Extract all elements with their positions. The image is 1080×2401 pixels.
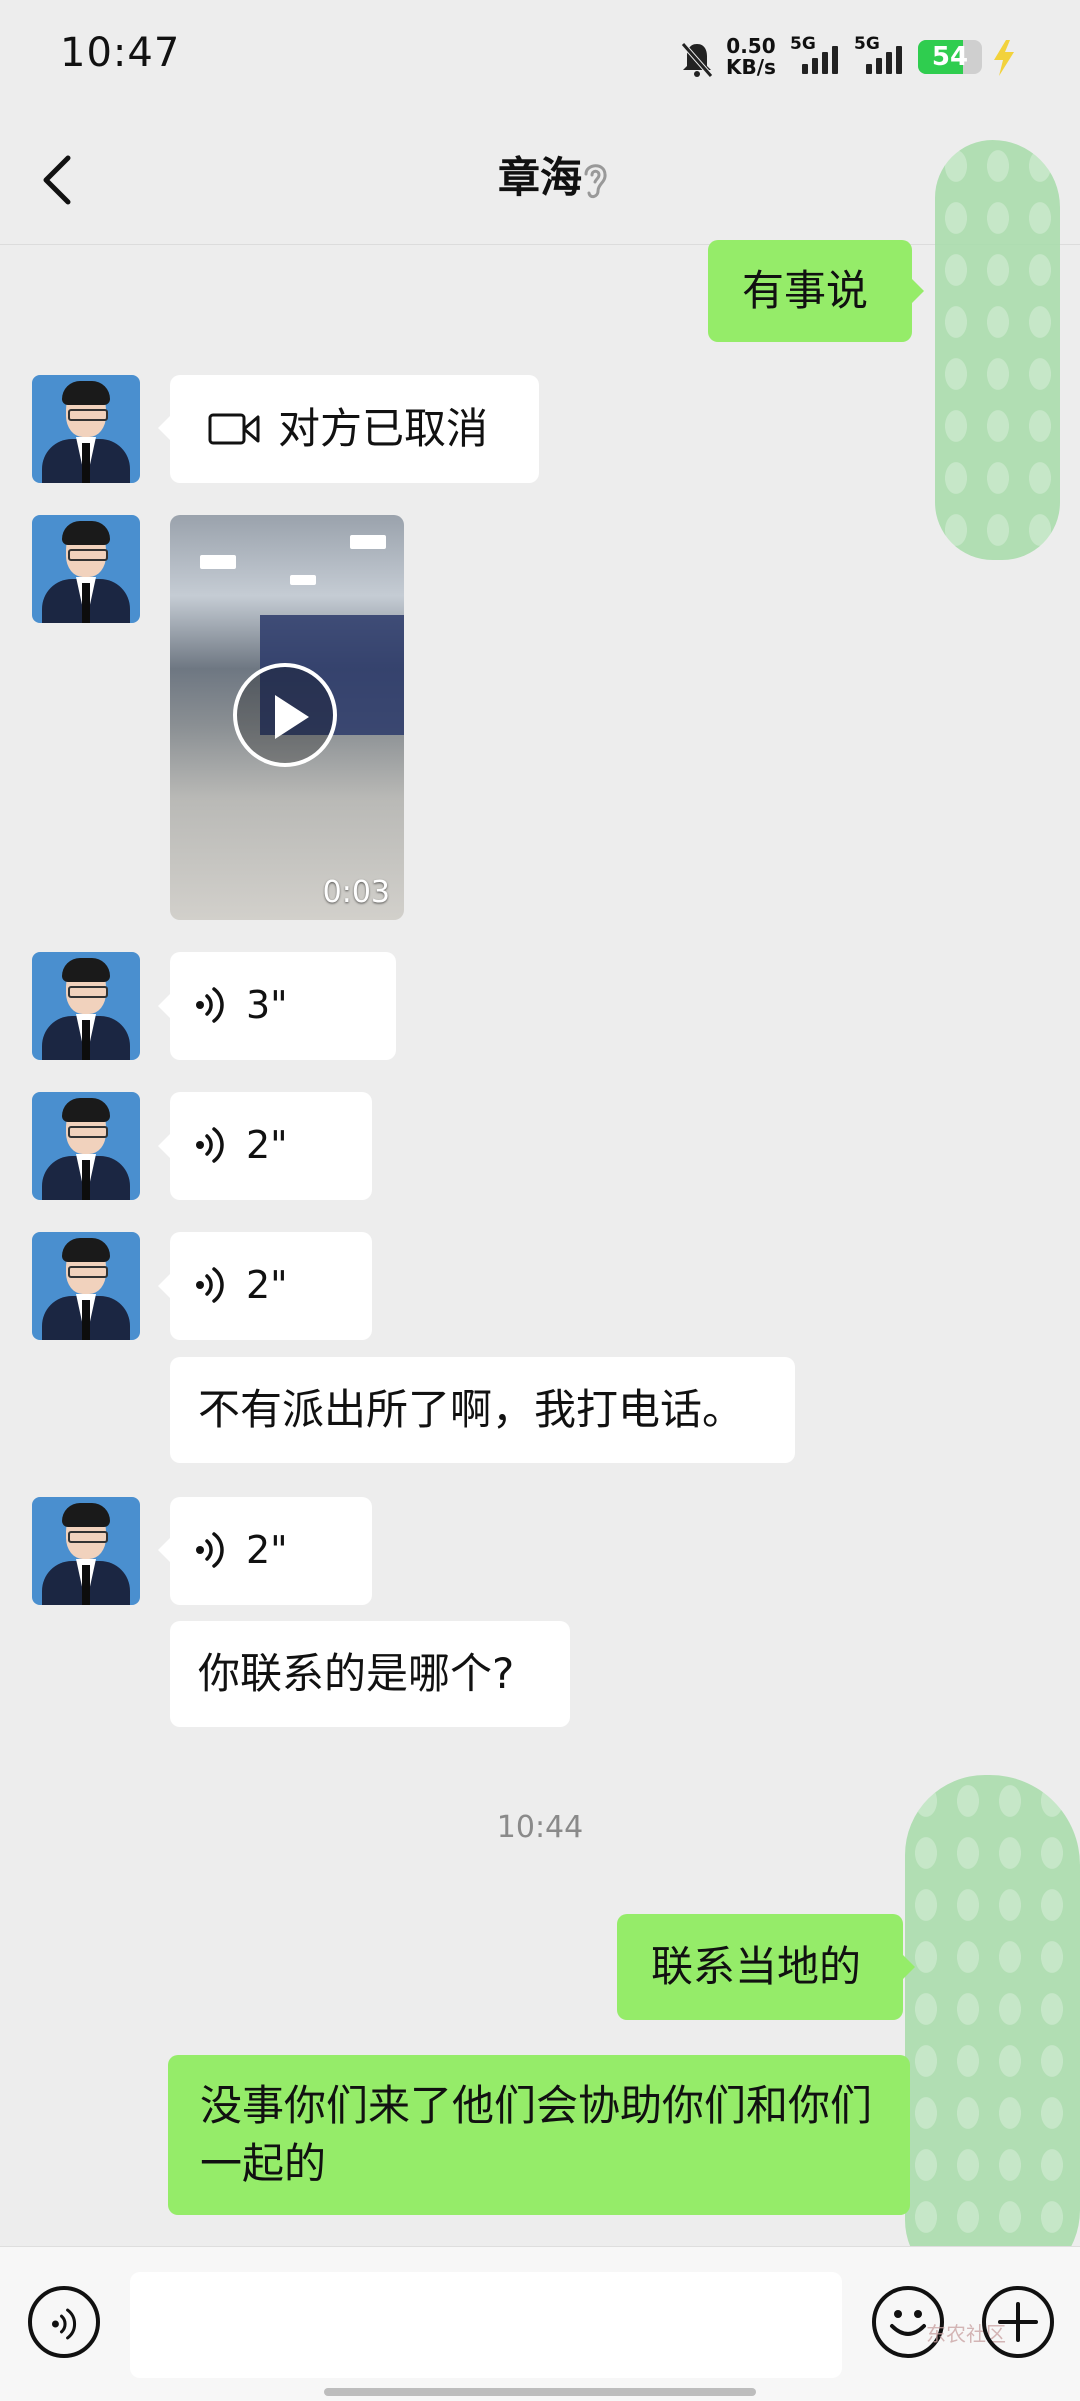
back-icon[interactable] [38, 150, 78, 210]
incoming-message[interactable]: 你联系的是哪个? [170, 1621, 570, 1727]
avatar[interactable] [32, 1497, 140, 1605]
avatar[interactable] [32, 375, 140, 483]
bubble-tail [158, 1274, 170, 1298]
mute-bell-icon [681, 42, 713, 78]
avatar[interactable] [32, 515, 140, 623]
bubble-tail [158, 1134, 170, 1158]
voice-duration: 2" [246, 1123, 288, 1167]
avatar[interactable] [32, 1092, 140, 1200]
video-duration: 0:03 [322, 875, 390, 910]
plus-button[interactable] [982, 2286, 1054, 2358]
bubble-tail [158, 416, 170, 440]
voice-message[interactable]: 2" [170, 1497, 372, 1605]
avatar[interactable] [32, 952, 140, 1060]
avatar[interactable] [32, 1232, 140, 1340]
voice-message[interactable]: 3" [170, 952, 396, 1060]
incoming-message[interactable]: 不有派出所了啊，我打电话。 [170, 1357, 795, 1463]
voice-message[interactable]: 2" [170, 1232, 372, 1340]
signal-icon: 5G [790, 34, 842, 74]
video-call-icon [208, 413, 260, 445]
voice-toggle-button[interactable] [28, 2286, 100, 2358]
message-input[interactable] [130, 2272, 842, 2378]
message-text: 对方已取消 [278, 404, 489, 453]
message-text: 没事你们来了他们会协助你们和你们一起的 [200, 2081, 873, 2188]
bubble-tail [158, 1538, 170, 1562]
outgoing-message[interactable]: 没事你们来了他们会协助你们和你们一起的 [168, 2055, 910, 2215]
play-icon[interactable] [233, 663, 337, 767]
bubble-tail [912, 279, 924, 303]
voice-duration: 2" [246, 1528, 288, 1572]
bubble-tail [903, 1955, 915, 1979]
voice-duration: 3" [246, 983, 288, 1027]
network-speed: 0.50 KB/s [726, 36, 776, 78]
incoming-call-message[interactable]: 对方已取消 [170, 375, 539, 483]
voice-message[interactable]: 2" [170, 1092, 372, 1200]
home-indicator[interactable] [324, 2388, 756, 2396]
ear-icon [584, 164, 607, 199]
battery-level: 54 [931, 42, 969, 72]
status-time: 10:47 [60, 30, 181, 76]
decorative-leaf-pattern [935, 140, 1060, 560]
network-speed-value: 0.50 [726, 34, 776, 58]
time-divider: 10:44 [496, 1810, 584, 1845]
plus-icon [998, 2302, 1038, 2342]
voice-wave-icon [196, 987, 224, 1023]
network-speed-unit: KB/s [726, 55, 776, 79]
voice-wave-icon [196, 1532, 224, 1568]
voice-wave-icon [196, 1267, 224, 1303]
message-text: 你联系的是哪个? [198, 1649, 515, 1698]
charging-icon [994, 40, 1014, 76]
voice-wave-icon [196, 1127, 224, 1163]
outgoing-message[interactable]: 有事说 [708, 240, 912, 342]
bubble-tail [158, 994, 170, 1018]
message-text: 联系当地的 [651, 1942, 862, 1991]
signal-2-label: 5G [854, 34, 880, 54]
voice-toggle-icon [51, 2308, 77, 2340]
signal-icon: 5G [854, 34, 906, 74]
message-text: 不有派出所了啊，我打电话。 [198, 1385, 745, 1434]
message-text: 有事说 [742, 266, 869, 315]
video-message[interactable]: 0:03 [170, 515, 404, 920]
chat-title: 章海 [497, 153, 582, 202]
decorative-leaf-pattern [905, 1775, 1080, 2290]
outgoing-message[interactable]: 联系当地的 [617, 1914, 903, 2020]
voice-duration: 2" [246, 1263, 288, 1307]
battery-icon: 54 [918, 40, 982, 74]
signal-1-label: 5G [790, 34, 816, 54]
